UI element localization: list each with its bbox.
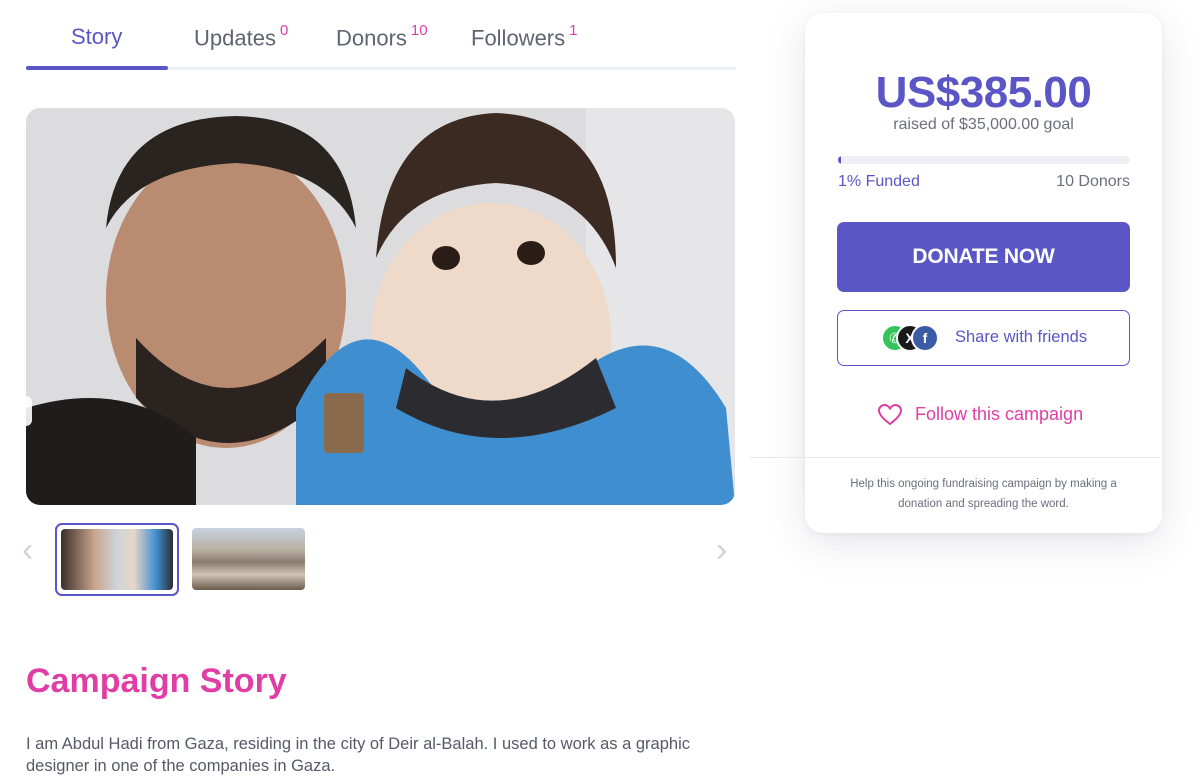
goal-text: raised of $35,000.00 goal [893, 116, 1074, 133]
photo-prev-handle[interactable] [26, 396, 32, 426]
thumbnail-1[interactable] [55, 523, 179, 596]
tab-updates-label: Updates [194, 25, 276, 51]
thumbnail-next-chevron-icon[interactable]: › [716, 533, 727, 567]
campaign-story-title: Campaign Story [26, 662, 287, 700]
donation-card: US$385.00 raised of $35,000.00 goal 1% F… [805, 13, 1162, 533]
tab-story[interactable]: Story [71, 24, 122, 50]
follow-label: Follow this campaign [915, 404, 1084, 424]
share-label: Share with friends [955, 328, 1088, 346]
active-tab-indicator [26, 66, 168, 70]
funding-progress-fill [838, 156, 841, 164]
tab-followers[interactable]: Followers 1 [471, 22, 578, 51]
donate-now-button[interactable]: DONATE NOW [837, 222, 1130, 292]
tab-story-label: Story [71, 24, 123, 49]
thumbnail-prev-chevron-icon[interactable]: ‹ [22, 533, 33, 567]
campaign-tabs: Story Updates 0 Donors 10 Followers 1 [26, 0, 736, 70]
thumbnail-2[interactable] [192, 528, 305, 590]
amount-raised: US$385.00 [875, 68, 1092, 117]
campaign-photo [26, 108, 735, 505]
share-icons: ✆ X f [881, 324, 943, 352]
help-text: Help this ongoing fundraising campaign b… [850, 478, 1117, 510]
funded-percent: 1% Funded [838, 173, 920, 190]
tab-donors-count: 10 [410, 22, 428, 39]
tab-updates-count: 0 [279, 22, 289, 39]
campaign-photo-illustration [26, 108, 735, 505]
funding-progress-bar [838, 156, 1130, 164]
card-divider [750, 457, 1160, 458]
donor-count: 10 Donors [1056, 173, 1130, 190]
tab-donors[interactable]: Donors 10 [336, 22, 428, 51]
campaign-story-text: I am Abdul Hadi from Gaza, residing in t… [26, 735, 690, 775]
tab-donors-label: Donors [336, 25, 407, 51]
tab-updates[interactable]: Updates 0 [194, 22, 289, 51]
thumbnail-1-image [61, 529, 173, 590]
facebook-icon: f [911, 324, 939, 352]
heart-icon [878, 404, 902, 426]
tab-followers-count: 1 [569, 22, 578, 39]
tab-followers-label: Followers [471, 25, 566, 51]
share-with-friends-button[interactable]: ✆ X f Share with friends [837, 310, 1130, 366]
